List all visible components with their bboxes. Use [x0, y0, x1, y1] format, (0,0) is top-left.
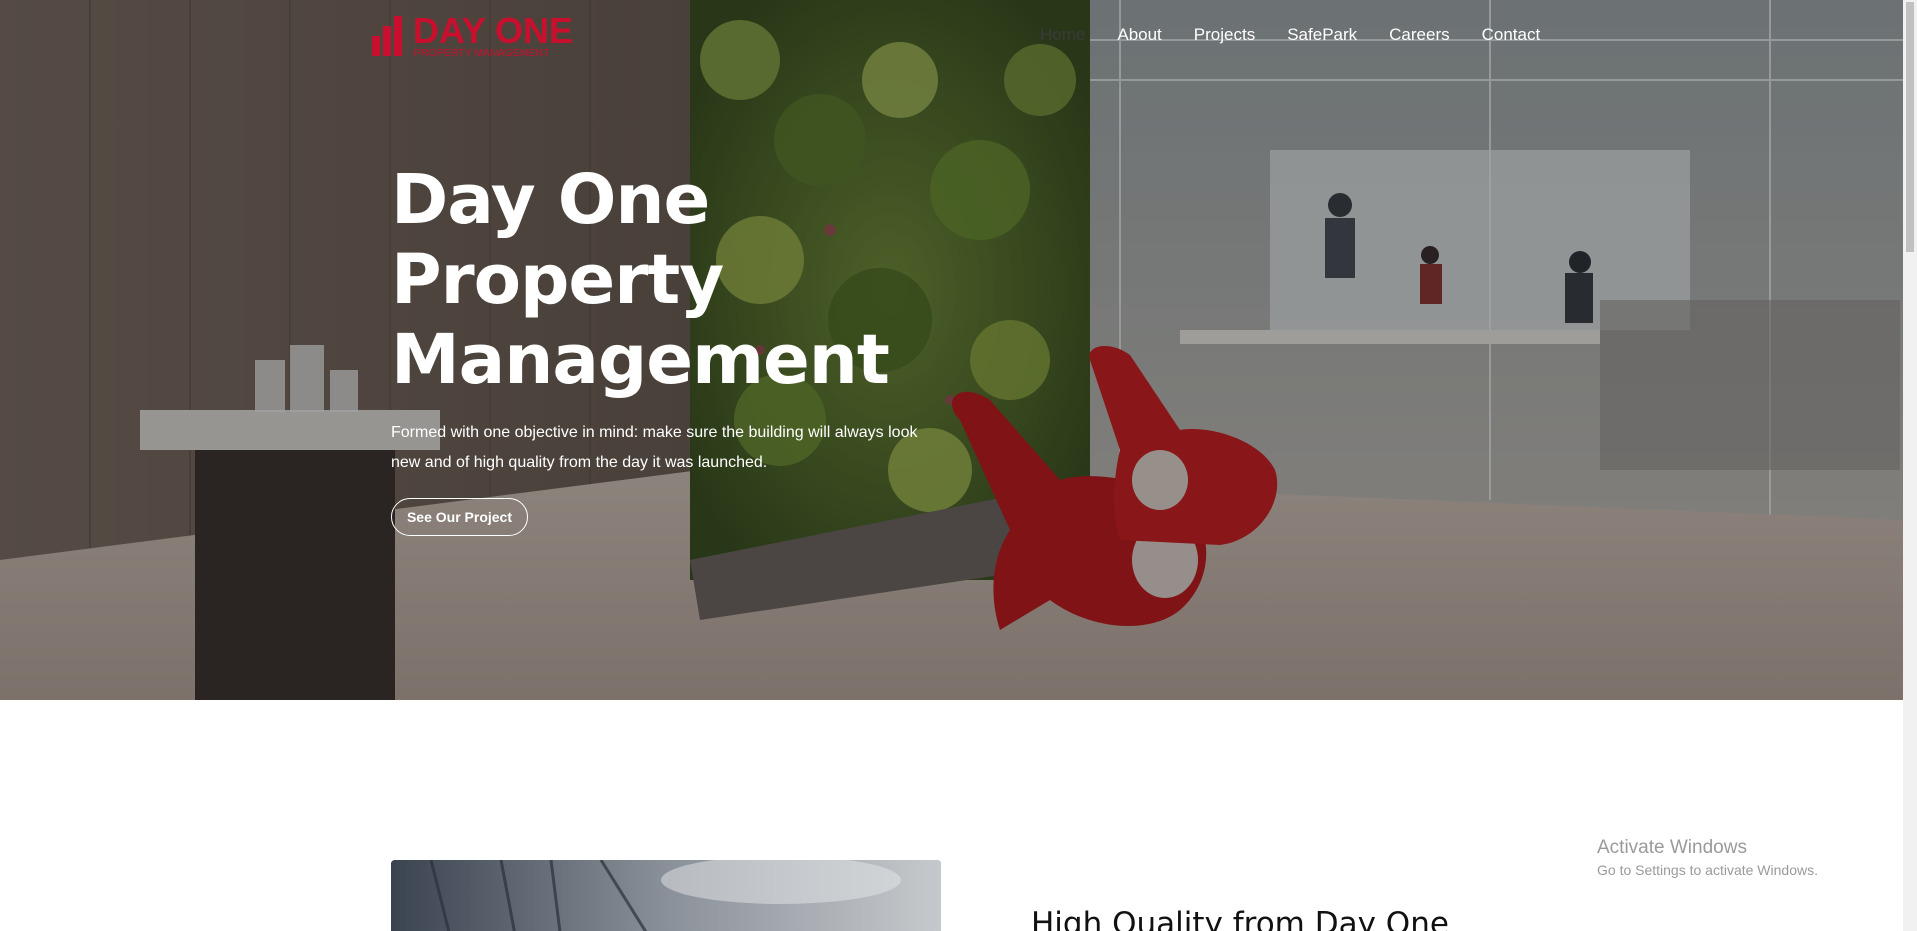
windows-activation-watermark: Activate Windows Go to Settings to activ…	[1597, 836, 1818, 880]
hero-section: DAY ONE PROPERTY MANAGEMENT Home About P…	[0, 0, 1903, 700]
logo-subtitle: PROPERTY MANAGEMENT	[414, 47, 550, 59]
scrollbar-thumb[interactable]	[1906, 2, 1914, 252]
nav-item-home[interactable]: Home	[1040, 22, 1085, 48]
hero-title-line-2: Property	[391, 240, 724, 320]
nav-item-safepark[interactable]: SafePark	[1287, 22, 1357, 48]
hero-title-line-3: Management	[391, 320, 890, 400]
section-title: High Quality from Day One	[1031, 906, 1449, 931]
vertical-scrollbar[interactable]	[1903, 0, 1917, 931]
logo-bars-icon	[372, 16, 402, 56]
hero-title-line-1: Day One	[391, 160, 710, 240]
nav-item-careers[interactable]: Careers	[1389, 22, 1449, 48]
hero-description: Formed with one objective in mind: make …	[391, 424, 918, 471]
watermark-subtitle: Go to Settings to activate Windows.	[1597, 862, 1818, 878]
feature-image	[391, 860, 941, 931]
page: DAY ONE PROPERTY MANAGEMENT Home About P…	[0, 0, 1903, 931]
main-nav: Home About Projects SafePark Careers Con…	[1040, 22, 1572, 48]
site-logo[interactable]: DAY ONE PROPERTY MANAGEMENT	[372, 10, 577, 59]
nav-item-contact[interactable]: Contact	[1482, 22, 1541, 48]
building-photo	[391, 860, 941, 931]
logo-title: DAY ONE	[413, 10, 574, 51]
nav-item-about[interactable]: About	[1117, 22, 1161, 48]
watermark-title: Activate Windows	[1597, 837, 1747, 858]
nav-item-projects[interactable]: Projects	[1194, 22, 1255, 48]
hero-title: Day One Property Management	[391, 160, 991, 400]
see-our-project-button[interactable]: See Our Project	[391, 498, 528, 536]
